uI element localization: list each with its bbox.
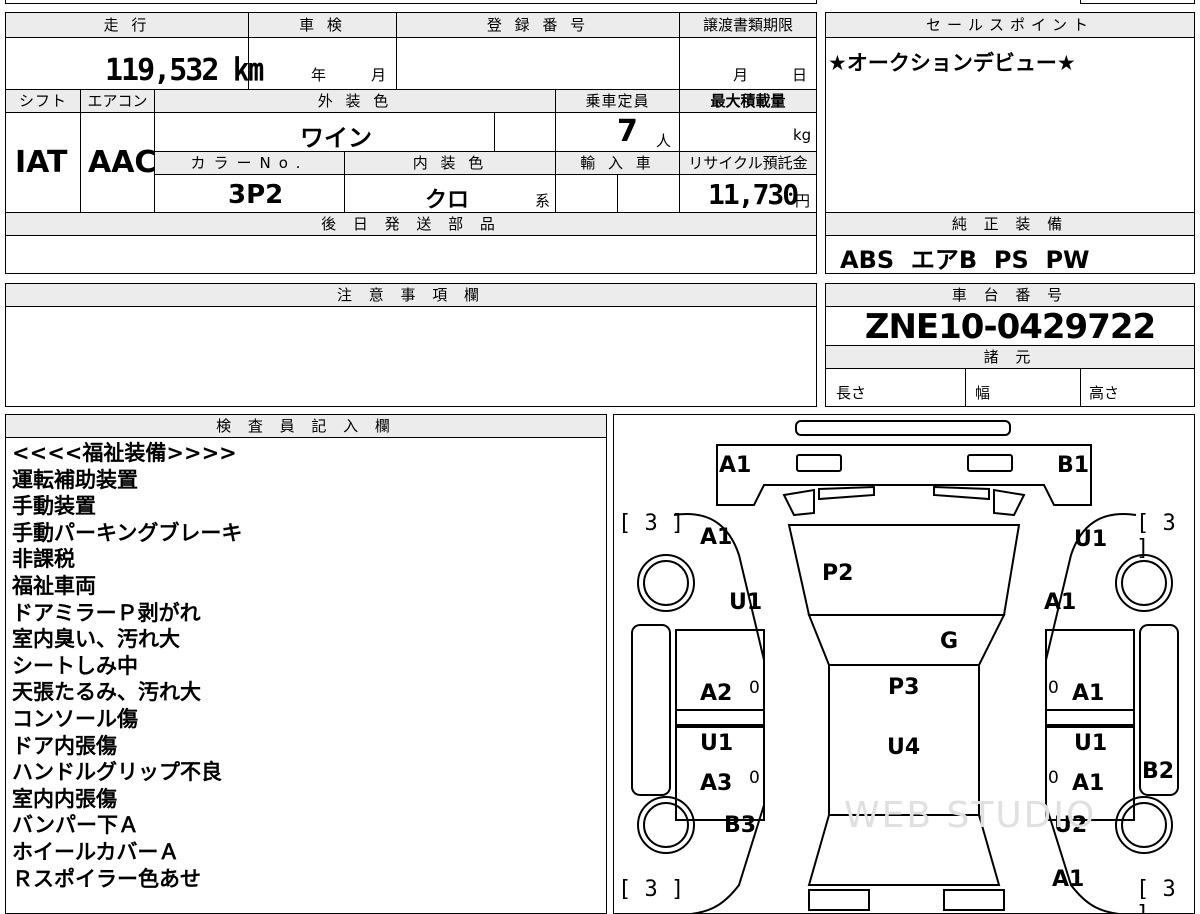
shift-label: シフト [18,92,67,110]
damage-mark: A1 [1072,681,1105,706]
deadline-day-unit: 日 [792,66,808,84]
vehicle-info-table [5,12,817,214]
import-label: 輸 入 車 [580,154,655,172]
transfer-deadline-label: 譲渡書類期限 [702,16,793,34]
genuine-equipment-label: 純 正 装 備 [951,215,1069,233]
tire-mark-rear-left: [ 3 ] [618,877,685,902]
top-strip [5,0,817,4]
recycle-unit: 円 [795,192,811,210]
damage-mark: A1 [700,525,733,550]
top-strip-right [1080,0,1195,4]
capacity-value: 7 [617,114,638,149]
damage-mark: A1 [1044,590,1077,615]
deadline-month-unit: 月 [733,66,749,84]
max-load-label: 最大積載量 [710,92,786,110]
inspector-line: コンソール傷 [12,706,138,731]
later-parts-label: 後 日 発 送 部 品 [321,215,501,233]
damage-mark: B3 [724,813,757,838]
exterior-color-label: 外 装 色 [317,92,393,110]
watermark: WEB STUDIO [844,795,1097,836]
inspector-line: 室内臭い、汚れ大 [12,627,180,652]
chassis-label: 車 台 番 号 [951,286,1069,304]
damage-mark: P2 [822,561,854,586]
specs-length: 長さ [836,384,867,402]
inspection-label: 車 検 [299,16,346,34]
mileage-label: 走 行 [103,16,151,34]
inspector-line: 室内内張傷 [12,786,117,811]
damage-mark: P3 [888,675,920,700]
sales-point-box [825,12,1195,214]
inspector-line: 手動パーキングブレーキ [12,520,243,545]
damage-mark: B1 [1057,453,1090,478]
interior-color-value: クロ [425,188,470,213]
inspector-line: バンパー下Ａ [12,813,140,838]
inspector-line: Ｒスポイラー色あせ [12,866,201,891]
tire-mark-front-left: [ 3 ] [618,511,685,536]
damage-mark: G [940,629,959,654]
zero-mark: 0 [749,678,760,698]
inspection-month-unit: 月 [371,66,387,84]
specs-label: 諸 元 [983,348,1037,366]
tire-mark-front-right: [ 3 ] [1136,511,1176,561]
color-no-label: カラーNo. [190,154,309,172]
car-diagram: [ 3 ] [ 3 ] [ 3 ] [ 3 ] A1 B1 A1 U1 P2 U… [613,414,1195,914]
zero-mark: 0 [1048,678,1059,698]
inspector-label: 検 査 員 記 入 欄 [216,417,396,435]
registration-label: 登 録 番 号 [486,16,590,34]
sales-point-label: セールスポイント [925,16,1094,34]
specs-height: 高さ [1089,384,1120,402]
max-load-unit: kg [793,126,812,144]
damage-mark: U1 [1074,731,1108,756]
inspector-line: 手動装置 [12,494,96,519]
damage-mark: A1 [1052,867,1085,892]
damage-mark: U1 [1074,527,1108,552]
capacity-unit: 人 [656,132,672,150]
damage-mark: U4 [887,735,921,760]
recycle-label: リサイクル預託金 [688,154,808,172]
zero-mark: 0 [749,768,760,788]
notes-label: 注 意 事 項 欄 [336,286,486,304]
damage-mark: A1 [1072,771,1105,796]
inspector-line: 運転補助装置 [12,467,138,492]
inspector-line: ドアミラーＰ剥がれ [12,600,201,625]
damage-mark: A2 [700,681,733,706]
recycle-value: 11,730 [708,178,799,211]
inspector-line: ドア内張傷 [12,733,117,758]
aircon-label: エアコン [87,92,148,110]
damage-mark: A1 [719,453,752,478]
inspector-line: ハンドルグリップ不良 [12,760,222,785]
color-no-value: 3P2 [228,180,284,210]
damage-mark: U1 [700,731,734,756]
inspector-line: シートしみ中 [12,653,138,678]
inspector-line: ホイールカバーＡ [12,839,180,864]
shift-value: IAT [15,145,68,180]
genuine-equipment-value: ABS エアB PS PW [840,246,1090,274]
sales-point-text: ★オークションデビュー★ [828,51,1076,75]
inspector-line: 非課税 [12,547,75,572]
damage-mark: B2 [1142,759,1175,784]
exterior-color-value: ワイン [300,124,372,152]
inspector-lines: <<<<福祉装備>>>> 運転補助装置 手動装置 手動パーキングブレーキ 非課税… [12,440,242,892]
chassis-value: ZNE10-0429722 [864,307,1156,347]
damage-mark: A3 [700,771,733,796]
specs-width: 幅 [975,384,991,402]
car-outline-drawing [631,420,1179,913]
zero-mark: 0 [1048,768,1059,788]
interior-color-label: 内 装 色 [412,154,488,172]
tire-mark-rear-right: [ 3 ] [1136,877,1176,913]
mileage-value: 119,532 ㎞ [105,53,263,88]
capacity-label: 乗車定員 [585,92,650,110]
inspector-line: 天張たるみ、汚れ大 [12,680,201,705]
damage-mark: U1 [729,590,763,615]
interior-color-unit: 系 [535,192,551,210]
inspector-line: 福祉車両 [12,573,96,598]
inspector-line: <<<<福祉装備>>>> [12,441,237,465]
aircon-value: AAC [88,145,157,180]
inspection-year-unit: 年 [311,66,327,84]
